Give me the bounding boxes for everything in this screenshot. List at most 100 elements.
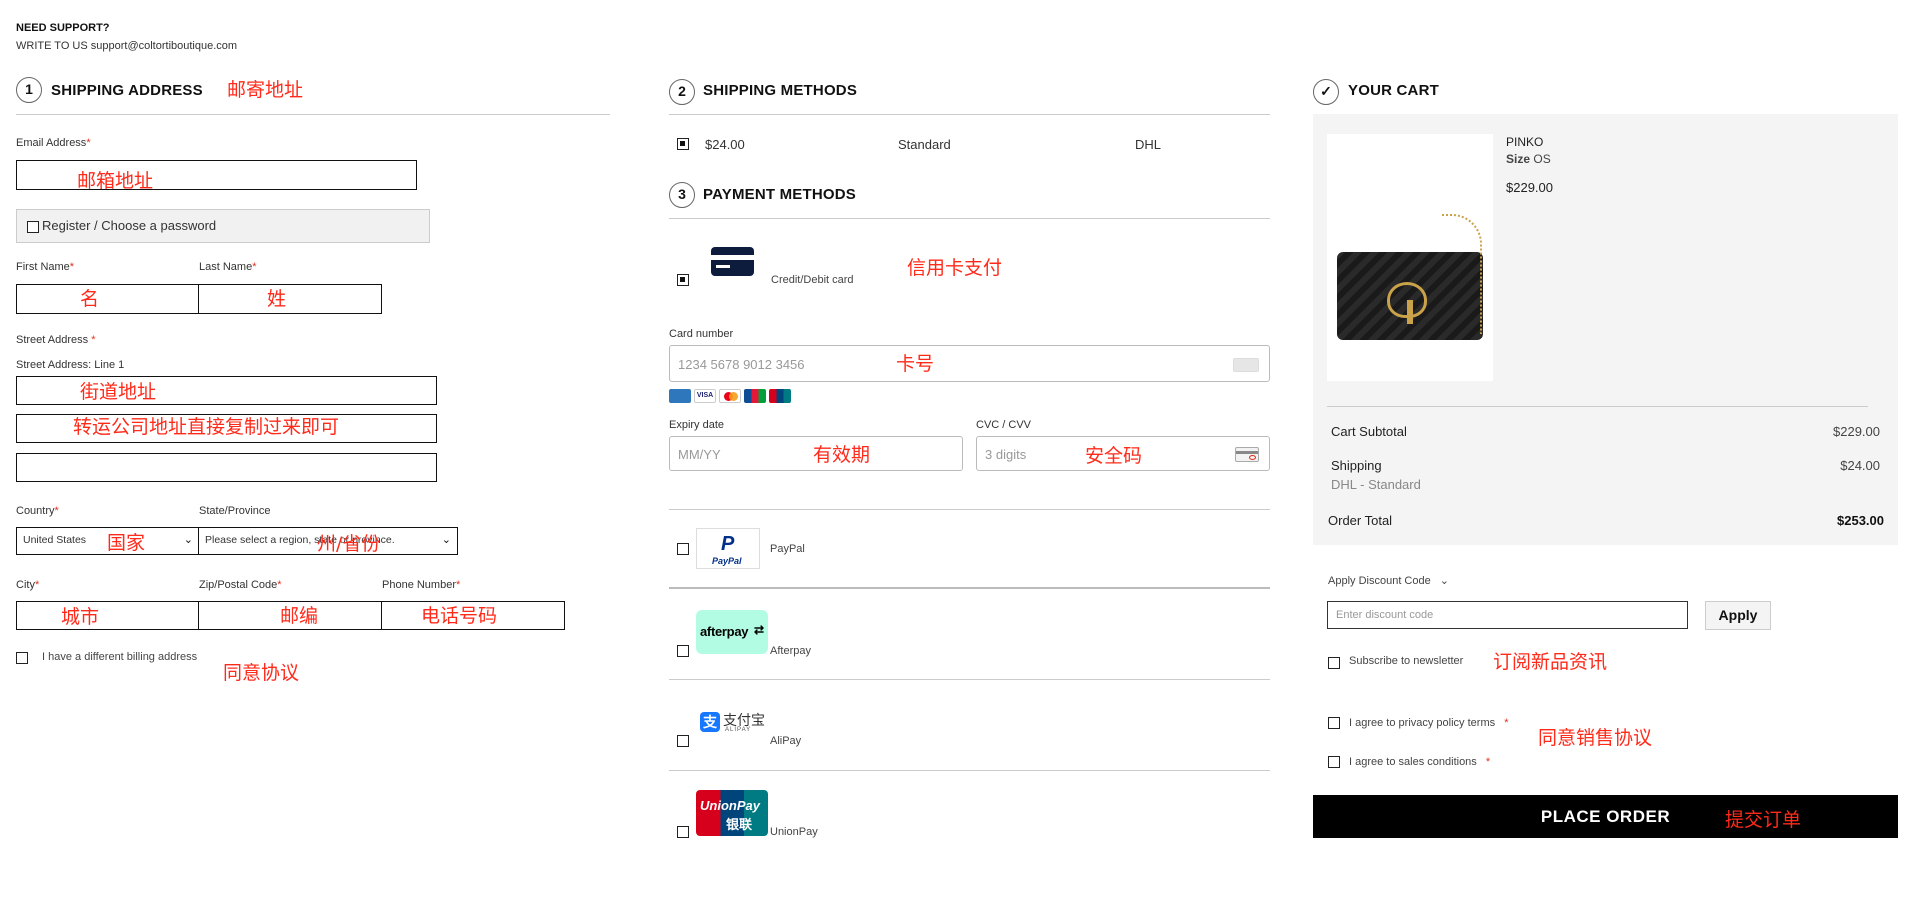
unionpay-label: UnionPay: [770, 826, 818, 838]
shipping-carrier: DHL: [1135, 137, 1162, 152]
last-name-field[interactable]: [198, 284, 382, 314]
chevron-down-icon: ⌄: [1439, 575, 1450, 587]
city-field[interactable]: [16, 601, 200, 630]
register-checkbox[interactable]: [27, 221, 39, 233]
paypal-label: PayPal: [770, 543, 805, 555]
shipping-price: $24.00: [705, 137, 745, 152]
email-label: Email Address*: [16, 137, 91, 149]
unionpay-logo-en: UnionPay: [700, 798, 760, 813]
product-size: Size OS: [1506, 152, 1551, 166]
cvc-note: 安全码: [1085, 445, 1143, 467]
phone-note: 电话号码: [421, 605, 498, 627]
support-title: NEED SUPPORT?: [16, 22, 110, 34]
newsletter-checkbox[interactable]: [1328, 657, 1340, 669]
step-2-badge: 2: [669, 79, 695, 105]
expiry-label: Expiry date: [669, 419, 725, 431]
card-number-placeholder: 1234 5678 9012 3456: [678, 357, 805, 372]
payment-divider-3: [669, 679, 1270, 680]
alipay-logo-icon: 支 支付宝 ALIPAY: [700, 710, 770, 736]
jcb-icon: [744, 389, 766, 403]
place-order-note: 提交订单: [1725, 809, 1802, 831]
card-number-label: Card number: [669, 328, 734, 340]
chevron-down-icon: ⌄: [438, 528, 451, 552]
afterpay-radio[interactable]: [677, 645, 689, 657]
product-image[interactable]: [1327, 134, 1493, 381]
discount-input[interactable]: Enter discount code: [1327, 601, 1688, 629]
afterpay-logo-icon: afterpay ⇄: [696, 610, 768, 654]
discount-toggle[interactable]: Apply Discount Code ⌄: [1328, 574, 1449, 587]
card-label: Credit/Debit card: [771, 274, 854, 286]
city-label: City*: [16, 579, 40, 591]
order-total-label: Order Total: [1328, 513, 1393, 528]
unionpay-logo-icon: UnionPay 银联: [696, 790, 768, 836]
street-line3-field[interactable]: [16, 453, 437, 482]
product-price: $229.00: [1506, 180, 1553, 195]
place-order-button[interactable]: PLACE ORDER: [1313, 795, 1898, 838]
subtotal-label: Cart Subtotal: [1331, 424, 1407, 439]
payment-divider-1: [669, 509, 1270, 510]
last-name-label: Last Name*: [199, 261, 257, 273]
cvc-label: CVC / CVV: [976, 419, 1032, 431]
sales-checkbox[interactable]: [1328, 756, 1340, 768]
cvc-card-icon: [1235, 447, 1259, 462]
shipping-method-name: Standard: [898, 137, 951, 152]
expiry-placeholder: MM/YY: [678, 447, 721, 462]
first-name-field[interactable]: [16, 284, 200, 314]
first-name-label: First Name*: [16, 261, 75, 273]
billing-label: I have a different billing address: [42, 651, 198, 663]
mastercard-icon: [719, 389, 741, 403]
order-total-value: $253.00: [1837, 513, 1884, 528]
step-1-badge: 1: [16, 77, 42, 103]
afterpay-label: Afterpay: [770, 645, 811, 657]
support-line: WRITE TO US support@coltortiboutique.com: [16, 40, 238, 52]
state-label: State/Province: [199, 505, 271, 517]
alipay-label: AliPay: [770, 735, 802, 747]
chevron-down-icon: ⌄: [183, 534, 193, 546]
apply-button[interactable]: Apply: [1705, 601, 1771, 630]
unionpay-small-icon: [769, 389, 791, 403]
shipping-methods-title: SHIPPING METHODS: [703, 82, 858, 99]
country-label: Country*: [16, 505, 59, 517]
street-line1-label: Street Address: Line 1: [16, 359, 125, 371]
email-note: 邮箱地址: [77, 170, 154, 192]
payment-methods-divider: [669, 218, 1270, 219]
shipping-address-note: 邮寄地址: [227, 79, 304, 101]
payment-divider-4: [669, 770, 1270, 771]
cart-item-divider: [1327, 406, 1868, 407]
sales-label: I agree to sales conditions *: [1349, 756, 1491, 768]
cart-check-icon: ✓: [1313, 79, 1339, 105]
visa-icon: VISA: [694, 389, 716, 403]
newsletter-note: 订阅新品资讯: [1493, 651, 1608, 673]
street-note-copy: 转运公司地址直接复制过来即可: [73, 416, 340, 438]
unionpay-radio[interactable]: [677, 826, 689, 838]
agree-note: 同意销售协议: [1538, 727, 1653, 749]
card-number-field[interactable]: 1234 5678 9012 3456: [669, 345, 1270, 382]
shipping-methods-divider: [669, 114, 1270, 115]
billing-checkbox[interactable]: [16, 652, 28, 664]
last-name-note: 姓: [267, 288, 287, 310]
city-note: 城市: [61, 606, 100, 628]
amex-icon: [669, 389, 691, 403]
privacy-checkbox[interactable]: [1328, 717, 1340, 729]
expiry-note: 有效期: [813, 444, 871, 466]
card-number-note: 卡号: [896, 353, 935, 375]
alipay-radio[interactable]: [677, 735, 689, 747]
zip-note: 邮编: [280, 605, 319, 627]
card-radio[interactable]: [677, 274, 689, 286]
street-note: 街道地址: [80, 381, 157, 403]
newsletter-label: Subscribe to newsletter: [1349, 655, 1464, 667]
card-generic-icon: [1233, 358, 1259, 372]
first-name-note: 名: [80, 288, 100, 310]
street-label: Street Address *: [16, 334, 96, 346]
paypal-radio[interactable]: [677, 543, 689, 555]
shipping-summary-label: Shipping: [1331, 458, 1382, 473]
card-note: 信用卡支付: [907, 257, 1003, 279]
paypal-logo-text: PayPal: [712, 556, 742, 566]
discount-placeholder: Enter discount code: [1336, 609, 1434, 621]
afterpay-logo-text: afterpay: [700, 624, 749, 639]
shipping-summary-detail: DHL - Standard: [1331, 477, 1421, 492]
payment-methods-title: PAYMENT METHODS: [703, 186, 857, 203]
register-label: Register / Choose a password: [42, 218, 217, 233]
shipping-method-radio[interactable]: [677, 138, 689, 150]
alipay-logo-en: ALIPAY: [725, 727, 752, 733]
